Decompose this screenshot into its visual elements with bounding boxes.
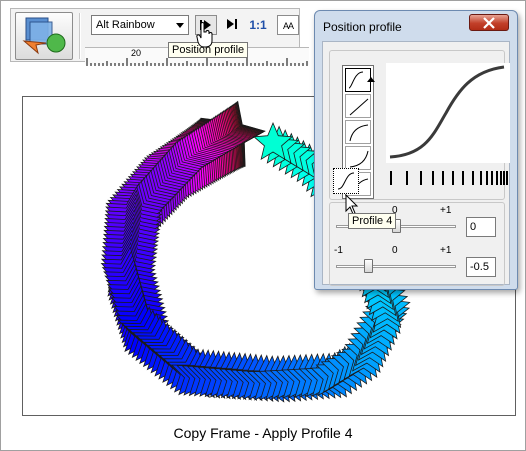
gradient-combo-value: Alt Rainbow xyxy=(96,19,155,31)
step-button[interactable] xyxy=(223,15,241,35)
ease-out-curve-icon xyxy=(349,124,369,142)
profile-curve-graph xyxy=(386,63,510,185)
spacing-tick xyxy=(452,171,454,185)
chevron-up-icon xyxy=(367,77,375,82)
spacing-tick xyxy=(390,171,392,185)
spacing-tick xyxy=(486,171,488,185)
spacing-tick xyxy=(462,171,464,185)
top-scale-max: +1 xyxy=(440,205,452,216)
spacing-tick xyxy=(420,171,422,185)
bottom-scale-max: +1 xyxy=(440,245,452,256)
gradient-combo[interactable]: Alt Rainbow xyxy=(91,15,189,35)
step-forward-icon xyxy=(227,19,237,29)
profile-item-4[interactable] xyxy=(345,146,371,170)
profile-spacing-ticks xyxy=(390,171,508,185)
figure-caption: Copy Frame - Apply Profile 4 xyxy=(173,425,353,441)
s-curve-icon xyxy=(348,71,364,89)
profile-item-3[interactable] xyxy=(345,120,371,144)
bottom-scale-min: -1 xyxy=(334,245,343,256)
spacing-tick xyxy=(506,171,508,185)
profile-tooltip: Profile 4 xyxy=(348,213,397,229)
spacing-tick xyxy=(472,171,474,185)
spacing-tick xyxy=(406,171,408,185)
close-icon xyxy=(483,17,495,29)
ease-in-curve-icon xyxy=(349,150,369,168)
spacing-tick xyxy=(503,171,505,185)
profile-4-curve-icon xyxy=(337,172,355,190)
bottom-slider-thumb[interactable] xyxy=(363,259,373,273)
profile-curve-preview xyxy=(386,63,510,195)
close-button[interactable] xyxy=(469,14,509,31)
blend-tool-icon xyxy=(22,17,66,55)
linear-curve-icon xyxy=(349,98,369,116)
bottom-value-field[interactable]: -0.5 xyxy=(466,257,496,277)
profile-item-1[interactable] xyxy=(345,68,375,92)
spacing-tick xyxy=(480,171,482,185)
profile-item-6[interactable] xyxy=(333,168,359,194)
ratio-button[interactable]: 1:1 xyxy=(247,15,269,35)
spacing-tick xyxy=(491,171,493,185)
antialias-button[interactable]: AA xyxy=(277,15,299,35)
hand-cursor-icon xyxy=(196,22,213,48)
spacing-tick xyxy=(496,171,498,185)
spacing-tick xyxy=(442,171,444,185)
dialog-title: Position profile xyxy=(323,20,402,34)
blend-tool-button[interactable] xyxy=(15,12,73,60)
profile-item-2[interactable] xyxy=(345,94,371,118)
position-profile-dialog: Position profile 0 +1 0 -1 0 +1 -0.5 xyxy=(314,10,518,290)
chevron-down-icon xyxy=(176,23,184,28)
bottom-scale-mid: 0 xyxy=(392,245,398,256)
top-value-field[interactable]: 0 xyxy=(466,217,496,237)
dialog-body: 0 +1 0 -1 0 +1 -0.5 xyxy=(322,41,510,286)
toolbar-separator xyxy=(79,13,81,59)
spacing-tick xyxy=(432,171,434,185)
bottom-slider[interactable] xyxy=(336,259,456,273)
spacing-tick xyxy=(500,171,502,185)
bottom-slider-track xyxy=(336,265,456,268)
toolbar: Alt Rainbow 1:1 AA 20 xyxy=(10,8,309,66)
profile-dropdown[interactable] xyxy=(366,71,376,95)
